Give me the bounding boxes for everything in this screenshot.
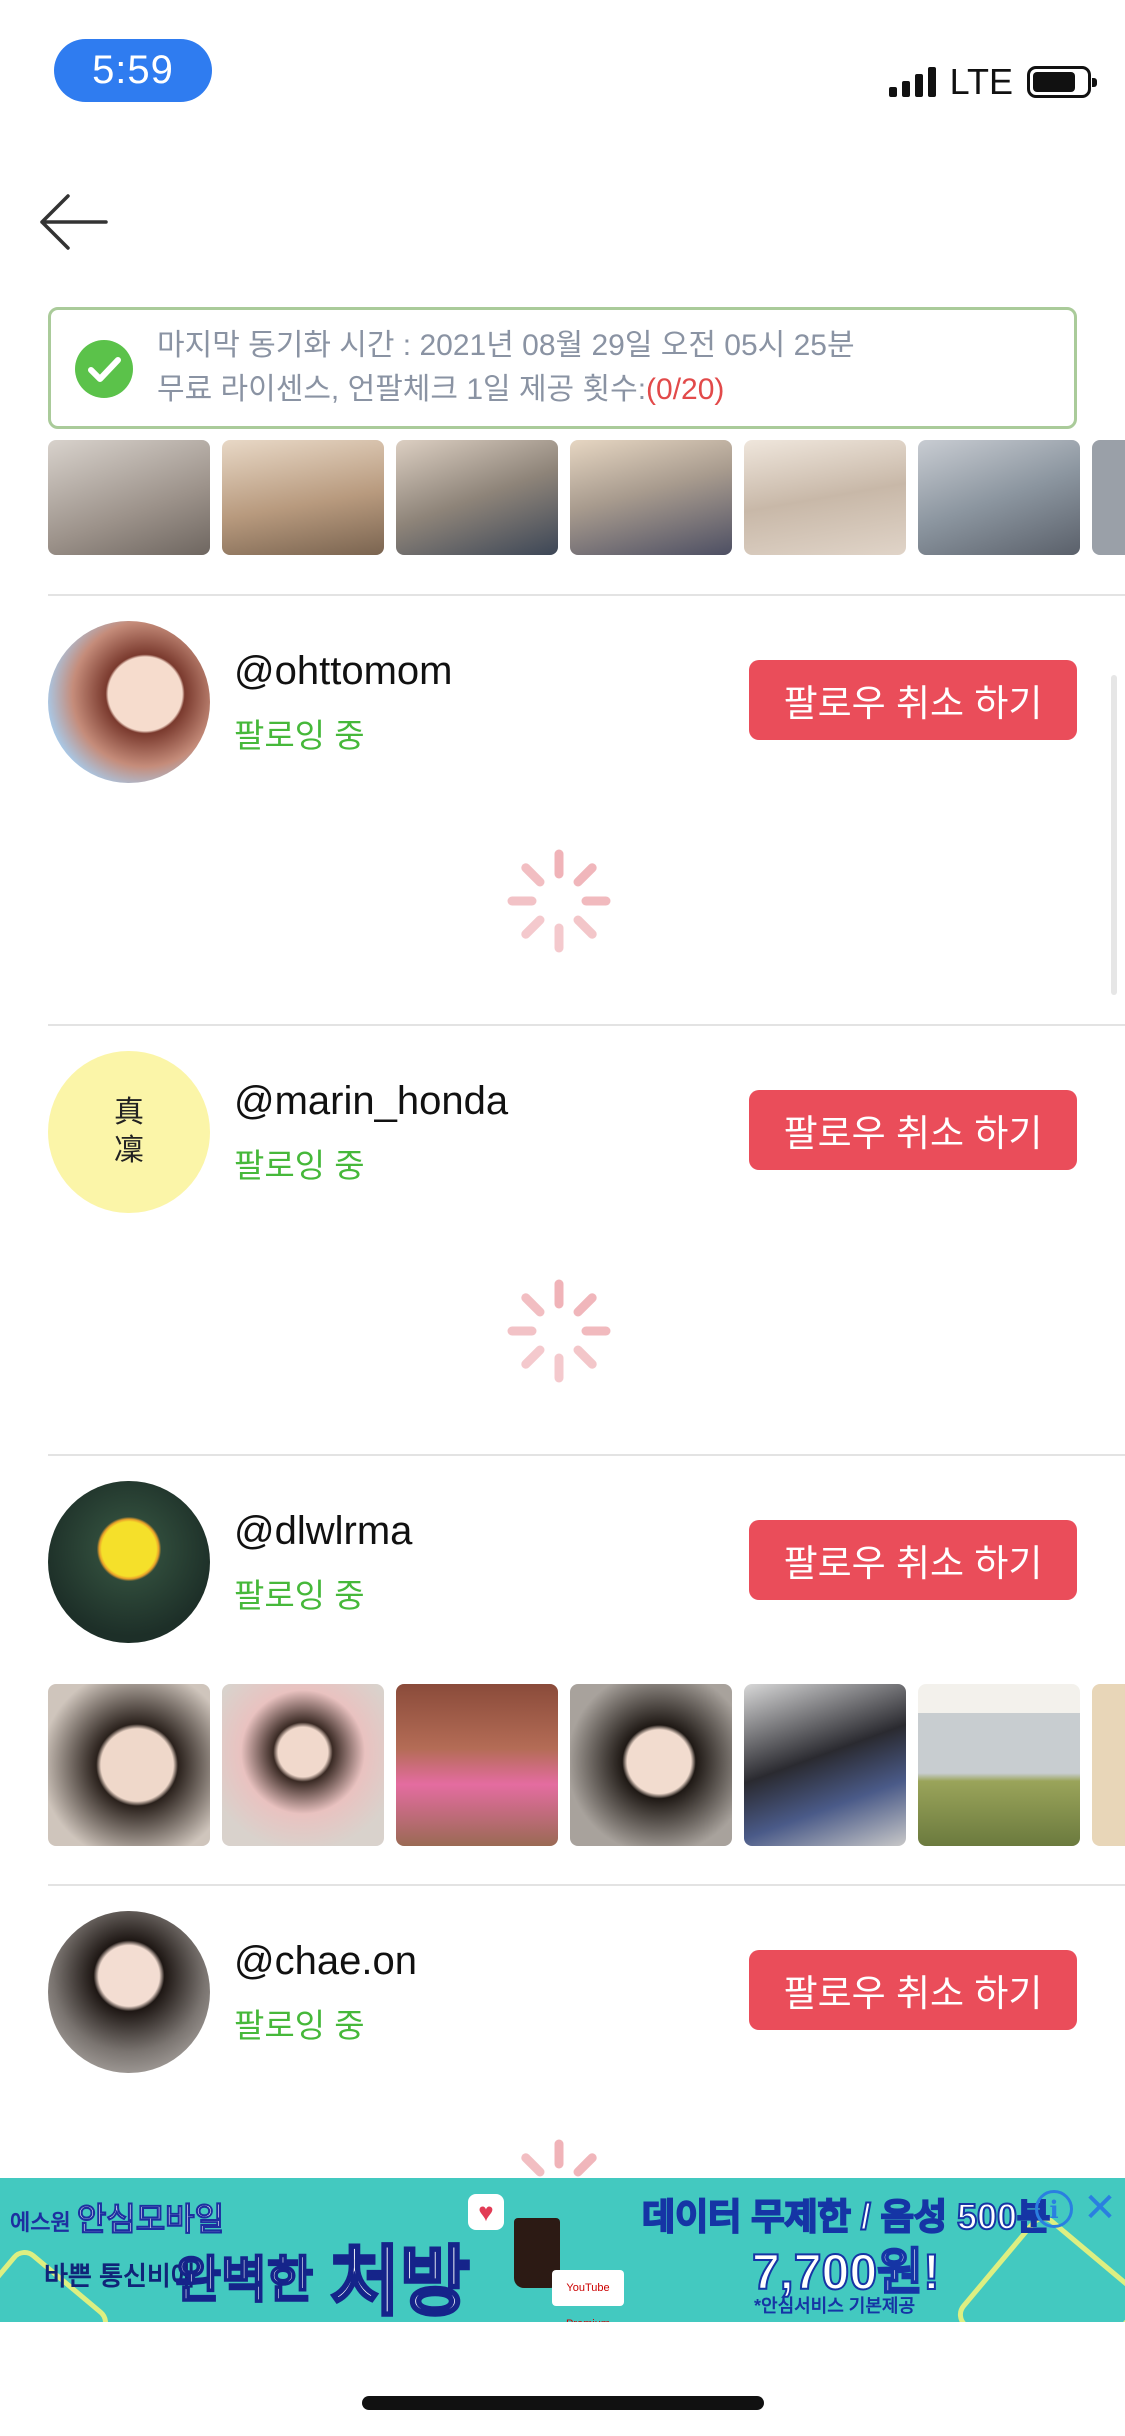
signal-icon — [888, 67, 936, 97]
ad-sub: 바쁜 통신비에 — [44, 2261, 195, 2291]
battery-icon — [1027, 66, 1097, 98]
ad-headline: 완벽한 — [174, 2251, 314, 2309]
spinner-icon — [507, 849, 611, 953]
media-thumbnail[interactable] — [396, 1684, 558, 1846]
avatar-text: 真 凜 — [114, 1095, 144, 1168]
user-row: @dlwlrma 팔로잉 중 팔로우 취소 하기 — [48, 1481, 1077, 1643]
divider — [48, 1024, 1125, 1026]
user-row: @ohttomom 팔로잉 중 팔로우 취소 하기 — [48, 621, 1077, 783]
media-thumbnail[interactable] — [744, 1684, 906, 1846]
unfollow-button[interactable]: 팔로우 취소 하기 — [749, 1950, 1077, 2030]
user-row: @chae.on 팔로잉 중 팔로우 취소 하기 — [48, 1911, 1077, 2073]
unfollow-button[interactable]: 팔로우 취소 하기 — [749, 1520, 1077, 1600]
sync-license-text: 무료 라이센스, 언팔체크 1일 제공 횟수:(0/20) — [157, 368, 855, 412]
status-time: 5:59 — [54, 39, 212, 102]
ad-headline-big: 처방 — [329, 2239, 472, 2323]
avatar[interactable] — [48, 1911, 210, 2073]
media-thumbnail[interactable] — [570, 1684, 732, 1846]
spinner-icon — [507, 1279, 611, 1383]
media-thumbnail[interactable] — [1092, 440, 1125, 555]
info-icon[interactable]: i — [1035, 2190, 1073, 2228]
divider — [48, 594, 1125, 596]
back-arrow-icon — [40, 194, 108, 250]
following-status: 팔로잉 중 — [234, 1577, 365, 1614]
back-button[interactable] — [34, 185, 114, 255]
following-status: 팔로잉 중 — [234, 1147, 365, 1184]
media-thumbnail[interactable] — [48, 1684, 210, 1846]
close-icon[interactable]: ✕ — [1080, 2188, 1120, 2228]
status-indicators: LTE — [888, 61, 1097, 102]
avatar[interactable] — [48, 621, 210, 783]
username[interactable]: @chae.on — [234, 1939, 417, 1984]
media-thumbnail[interactable] — [744, 440, 906, 555]
media-thumbnail[interactable] — [918, 440, 1080, 555]
sync-info-box: 마지막 동기화 시간 : 2021년 08월 29일 오전 05시 25분 무료… — [48, 307, 1077, 429]
ad-brand-small: 에스원 — [10, 2210, 71, 2235]
sync-time-text: 마지막 동기화 시간 : 2021년 08월 29일 오전 05시 25분 — [157, 329, 855, 362]
media-thumbnail[interactable] — [396, 440, 558, 555]
sync-count: (0/20) — [646, 373, 725, 406]
sync-license-label: 무료 라이센스, 언팔체크 1일 제공 횟수: — [157, 373, 647, 406]
spinner-icon — [521, 2139, 597, 2177]
ad-brand: 에스원 안심모바일 — [10, 2194, 225, 2240]
unfollow-button[interactable]: 팔로우 취소 하기 — [749, 1090, 1077, 1170]
media-thumbnail[interactable] — [1092, 1684, 1125, 1846]
ad-banner[interactable]: 에스원 안심모바일 바쁜 통신비에 완벽한 처방 ♥ YouTube Premi… — [0, 2178, 1125, 2322]
ad-brand-name: 안심모바일 — [76, 2201, 225, 2238]
sync-text: 마지막 동기화 시간 : 2021년 08월 29일 오전 05시 25분 무료… — [157, 324, 855, 412]
avatar[interactable]: 真 凜 — [48, 1051, 210, 1213]
user-row: 真 凜 @marin_honda 팔로잉 중 팔로우 취소 하기 — [48, 1051, 1077, 1213]
media-thumbnail[interactable] — [918, 1684, 1080, 1846]
unfollow-button[interactable]: 팔로우 취소 하기 — [749, 660, 1077, 740]
divider — [48, 1454, 1125, 1456]
media-thumbnail-row[interactable] — [48, 440, 1125, 555]
media-thumbnail[interactable] — [48, 440, 210, 555]
media-thumbnail[interactable] — [570, 440, 732, 555]
divider — [48, 1884, 1125, 1886]
username[interactable]: @marin_honda — [234, 1079, 508, 1124]
scrollbar[interactable] — [1111, 675, 1117, 995]
check-icon — [75, 340, 133, 398]
avatar[interactable] — [48, 1481, 210, 1643]
media-thumbnail[interactable] — [222, 440, 384, 555]
heart-icon: ♥ — [468, 2194, 504, 2230]
ad-card: YouTube Premium — [552, 2270, 624, 2322]
network-label: LTE — [949, 61, 1013, 102]
ad-note: *안심서비스 기본제공 — [754, 2296, 916, 2316]
username[interactable]: @dlwlrma — [234, 1509, 412, 1554]
home-indicator[interactable] — [362, 2396, 764, 2410]
username[interactable]: @ohttomom — [234, 649, 452, 694]
following-status: 팔로잉 중 — [234, 717, 365, 754]
media-thumbnail-row[interactable] — [48, 1684, 1125, 1846]
following-status: 팔로잉 중 — [234, 2007, 365, 2044]
media-thumbnail[interactable] — [222, 1684, 384, 1846]
